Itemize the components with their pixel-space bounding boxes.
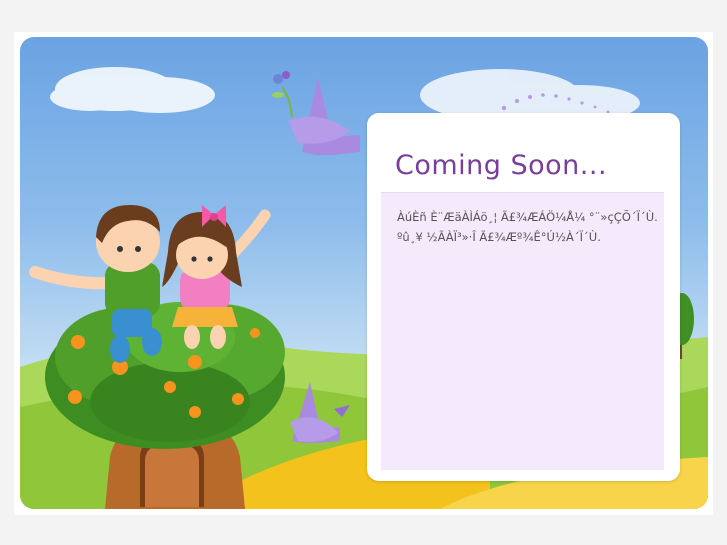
cloud-icon	[50, 67, 215, 113]
bird-icon	[272, 71, 360, 155]
message-text: ÀúÈñ È¨ÆäÀÌÁö¸¦ Ã£¾ÆÁÖ¼Å¼­ °¨»çÇÕ´Ï´Ù. º…	[397, 210, 658, 244]
page-title: Coming Soon...	[395, 150, 608, 181]
